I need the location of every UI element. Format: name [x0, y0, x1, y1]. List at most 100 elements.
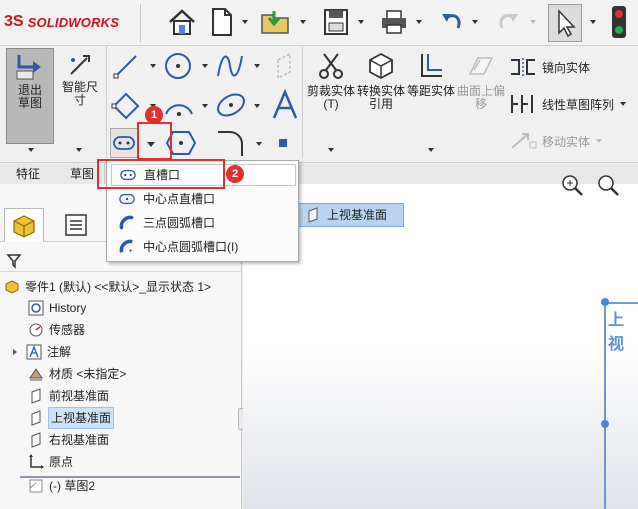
chevron-down-icon[interactable] — [470, 17, 480, 27]
line-tool-button[interactable] — [112, 52, 142, 80]
tree-item-material[interactable]: 材质 <未指定> — [28, 364, 126, 384]
tab-property-manager[interactable] — [56, 208, 96, 242]
filter-icon[interactable] — [6, 253, 22, 269]
chevron-down-icon[interactable] — [528, 17, 538, 27]
convert-entities-button[interactable]: 转换实体引用 — [356, 50, 406, 111]
property-list-icon — [65, 214, 87, 236]
tab-feature-tree[interactable] — [4, 208, 44, 242]
circle-tool-button[interactable] — [162, 50, 194, 82]
chevron-down-icon[interactable] — [426, 146, 436, 154]
trim-entities-button[interactable]: 剪裁实体(T) — [306, 50, 356, 111]
plane-icon — [28, 410, 44, 426]
tree-item-annotations[interactable]: 注解 — [10, 342, 71, 362]
offset-on-surface-label: 曲面上偏移 — [456, 84, 505, 111]
trim-entities-label: 剪裁实体(T) — [306, 84, 355, 111]
smart-dimension-button[interactable]: 智能尺寸 — [58, 52, 102, 107]
tree-item-right-plane[interactable]: 右视基准面 — [28, 430, 109, 450]
chevron-down-icon[interactable] — [356, 17, 366, 27]
step-badge-2: 2 — [226, 165, 244, 183]
text-tool-button[interactable] — [270, 88, 300, 122]
chevron-down-icon[interactable] — [252, 62, 262, 70]
offset-icon — [421, 54, 442, 77]
arc-icon — [165, 104, 193, 116]
tree-item-top-plane[interactable]: 上视基准面 — [28, 407, 115, 429]
chevron-down-icon[interactable] — [252, 102, 262, 110]
step-badge-1: 1 — [145, 106, 163, 124]
chevron-down-icon[interactable] — [240, 17, 250, 27]
tree-item-sketch2[interactable]: (-) 草图2 — [28, 476, 95, 496]
exit-sketch-button[interactable]: 退出草图 — [6, 48, 54, 144]
save-icon[interactable] — [320, 5, 352, 39]
tree-root-label: 零件1 (默认) <<默认>_显示状态 1> — [25, 280, 212, 294]
chevron-down-icon[interactable] — [148, 62, 158, 70]
linear-pattern-button[interactable]: 线性草图阵列 — [508, 92, 628, 116]
rectangle-tool-button[interactable] — [110, 90, 142, 120]
ellipse-icon — [217, 93, 245, 117]
undo-icon[interactable] — [436, 5, 468, 39]
line-icon — [113, 55, 137, 79]
home-icon[interactable] — [166, 5, 198, 39]
chevron-down-icon[interactable] — [74, 146, 84, 154]
chevron-down-icon[interactable] — [254, 140, 264, 148]
chevron-down-icon[interactable] — [298, 17, 308, 27]
chevron-down-icon[interactable] — [618, 100, 628, 108]
tree-root[interactable]: 零件1 (默认) <<默认>_显示状态 1> — [4, 277, 211, 297]
plane-label: 上视 — [608, 312, 625, 353]
chevron-down-icon[interactable] — [414, 17, 424, 27]
ellipse-tool-button[interactable] — [214, 90, 248, 120]
point-tool-button[interactable] — [276, 136, 290, 150]
chevron-right-icon[interactable] — [10, 347, 20, 357]
mirror-entities-label: 镜向实体 — [542, 60, 591, 75]
logo-text: SOLIDWORKS — [27, 14, 120, 30]
selected-plane-tag[interactable]: 上视基准面 — [296, 203, 404, 227]
zoom-fit-icon[interactable] — [559, 172, 585, 198]
sensor-icon — [28, 322, 44, 338]
mirror-icon — [511, 58, 535, 76]
graphics-area[interactable]: 上视基准面 上视 — [243, 175, 638, 509]
plane-edge — [604, 302, 638, 304]
chevron-down-icon[interactable] — [588, 17, 598, 27]
select-button[interactable] — [548, 4, 582, 42]
chevron-down-icon[interactable] — [200, 62, 210, 70]
chevron-down-icon[interactable] — [26, 146, 36, 154]
plane-handle[interactable] — [601, 420, 609, 428]
offset-entities-button[interactable]: 等距实体 — [406, 50, 456, 98]
top-toolbar: 3S SOLIDWORKS — [0, 0, 638, 46]
menu-item-centerpoint-straight-slot[interactable]: 中心点直槽口 — [111, 188, 296, 210]
text-icon — [272, 88, 298, 119]
mirror-entities-button[interactable]: 镜向实体 — [508, 56, 590, 78]
redo-icon[interactable] — [492, 5, 524, 39]
selected-plane-label: 上视基准面 — [327, 208, 388, 222]
new-doc-icon[interactable] — [206, 5, 238, 39]
tree-item-sensors[interactable]: 传感器 — [28, 320, 85, 340]
open-icon[interactable] — [260, 5, 292, 39]
history-icon — [28, 300, 44, 316]
chevron-down-icon[interactable] — [326, 146, 336, 154]
menu-item-label: 中心点圆弧槽口(I) — [143, 240, 239, 254]
tree-item-origin[interactable]: 原点 — [28, 452, 73, 472]
menu-item-label: 三点圆弧槽口 — [143, 216, 216, 230]
chevron-down-icon[interactable] — [594, 137, 604, 145]
traffic-light-icon[interactable] — [606, 5, 632, 39]
tree-item-history[interactable]: History — [28, 298, 86, 318]
offset-on-surface-button[interactable]: 曲面上偏移 — [456, 50, 506, 111]
tab-features[interactable]: 特征 — [6, 163, 50, 185]
origin-icon — [28, 454, 44, 470]
menu-item-three-point-arc-slot[interactable]: 三点圆弧槽口 — [111, 212, 296, 234]
slot-tool-button[interactable] — [110, 128, 138, 158]
print-icon[interactable] — [378, 5, 410, 39]
plane-handle[interactable] — [601, 298, 609, 306]
zoom-area-icon[interactable] — [595, 172, 621, 198]
centerpoint-slot-icon — [119, 191, 135, 207]
fillet-tool-button[interactable] — [214, 128, 248, 158]
plane-tool-button[interactable] — [274, 52, 296, 80]
arc-tool-button[interactable] — [162, 90, 196, 120]
move-entities-button[interactable]: 移动实体 — [508, 130, 604, 152]
chevron-down-icon[interactable] — [200, 102, 210, 110]
tree-item-front-plane[interactable]: 前视基准面 — [28, 386, 109, 406]
slot-icon — [113, 136, 135, 150]
separator — [302, 46, 303, 158]
spline-tool-button[interactable] — [214, 50, 246, 82]
menu-item-centerpoint-arc-slot[interactable]: 中心点圆弧槽口(I) — [111, 236, 296, 258]
plane-icon — [308, 207, 318, 223]
